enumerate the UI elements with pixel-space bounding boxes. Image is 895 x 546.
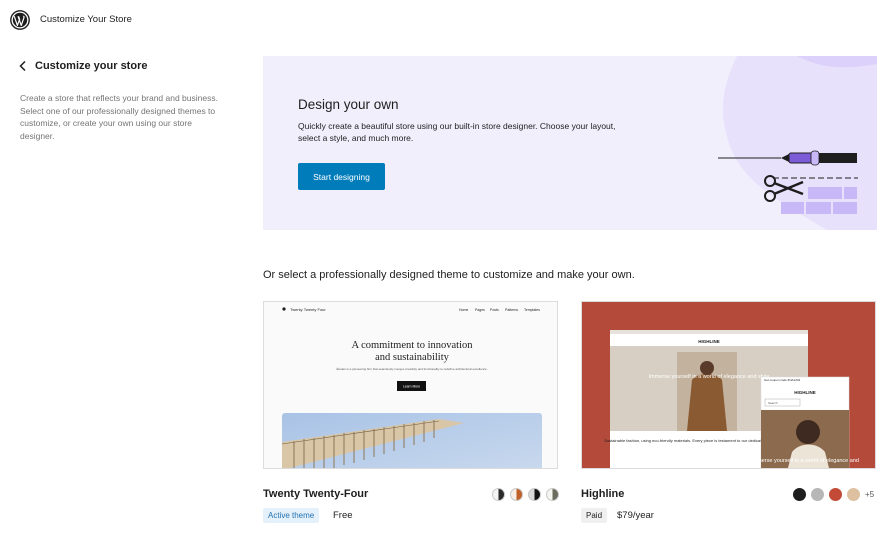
preview-nav-posts: Posts [490, 308, 499, 312]
chevron-left-icon [19, 60, 26, 72]
hero-title: Design your own [298, 97, 399, 112]
twenty-twenty-four-preview[interactable]: Twenty Twenty Four Home Pages Posts Patt… [263, 301, 558, 469]
themes-heading: Or select a professionally designed them… [263, 269, 635, 281]
wordpress-logo-icon[interactable] [10, 10, 30, 30]
preview-nav-patterns: Patterns [505, 308, 518, 312]
active-theme-badge: Active theme [263, 508, 320, 523]
top-bar: Customize Your Store [0, 0, 895, 40]
preview-site-title: Twenty Twenty Four [290, 307, 326, 312]
preview-promo: Get coupon code 6NA1234 [764, 378, 801, 382]
back-button[interactable]: Customize your store [18, 60, 147, 72]
start-designing-button[interactable]: Start designing [298, 163, 385, 190]
preview-search: Search [768, 401, 778, 405]
color-swatches [487, 488, 559, 501]
theme-name[interactable]: Twenty Twenty-Four [263, 488, 368, 500]
design-your-own-banner: Design your own Quickly create a beautif… [263, 56, 877, 230]
color-swatch[interactable] [546, 488, 559, 501]
color-swatch[interactable] [492, 488, 505, 501]
more-swatches-count[interactable]: +5 [865, 490, 874, 499]
theme-price: $79/year [617, 510, 654, 521]
preview-hero-text: Immerse yourself in a world of elegance … [649, 374, 770, 380]
color-swatches: +5 [788, 488, 874, 501]
app-title: Customize Your Store [40, 14, 132, 25]
preview-cta: Learn More [403, 385, 420, 389]
sidebar-description: Create a store that reflects your brand … [20, 93, 218, 141]
preview-brand-mobile: HIGHLINE [794, 390, 816, 395]
preview-brand: HIGHLINE [698, 339, 720, 344]
preview-hero-text-mobile: Immerse yourself in a world of elegance … [751, 458, 859, 464]
store-designer-illustration [718, 150, 858, 214]
color-swatch[interactable] [829, 488, 842, 501]
preview-nav-templates: Templates [524, 308, 540, 312]
color-swatch[interactable] [811, 488, 824, 501]
preview-nav-pages: Pages [475, 308, 485, 312]
preview-headline-2: and sustainability [375, 352, 450, 363]
color-swatch[interactable] [528, 488, 541, 501]
preview-body: Études is a pioneering firm that seamles… [336, 366, 487, 371]
paid-badge: Paid [581, 508, 608, 523]
color-swatch[interactable] [793, 488, 806, 501]
color-swatch[interactable] [510, 488, 523, 501]
preview-nav-home: Home [459, 308, 468, 312]
highline-preview[interactable]: HIGHLINE Immerse yourself in a world of … [581, 301, 876, 469]
theme-price: Free [333, 510, 353, 521]
theme-name[interactable]: Highline [581, 488, 624, 500]
color-swatch[interactable] [847, 488, 860, 501]
sidebar-title: Customize your store [35, 60, 148, 72]
preview-headline-1: A commitment to innovation [351, 340, 473, 351]
preview-caption: Sustainable fashion, using eco-friendly … [604, 438, 767, 443]
hero-description: Quickly create a beautiful store using o… [298, 121, 616, 143]
